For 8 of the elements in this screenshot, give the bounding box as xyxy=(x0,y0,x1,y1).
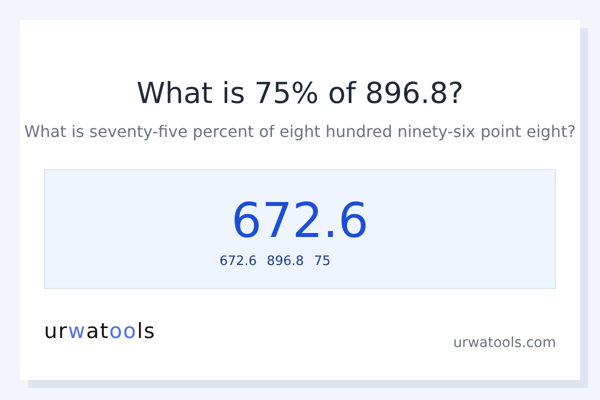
result-value: 672.6 xyxy=(231,192,369,250)
question-subtitle: What is seventy-five percent of eight hundred ninety-six point eight? xyxy=(24,121,576,143)
logo: urwatools xyxy=(44,319,156,343)
detail-number: 672.6 xyxy=(220,254,257,269)
domain-text: urwatools.com xyxy=(453,335,556,351)
detail-number: 896.8 xyxy=(266,254,304,269)
detail-number: 75 xyxy=(314,254,330,269)
question-title: What is 75% of 896.8? xyxy=(136,75,464,112)
